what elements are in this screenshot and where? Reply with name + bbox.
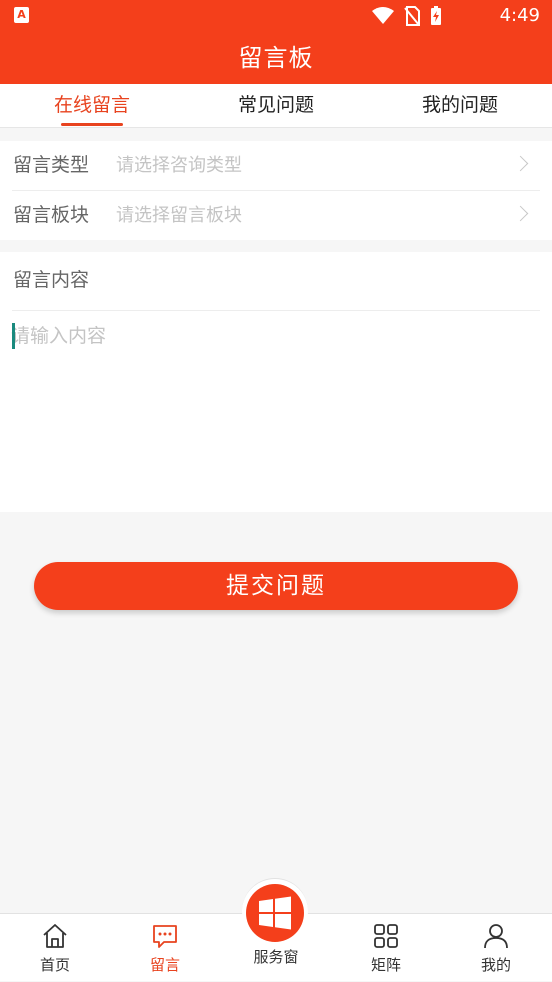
tab-online-message[interactable]: 在线留言 (0, 84, 184, 127)
message-board-placeholder: 请选择留言板块 (116, 205, 242, 226)
home-icon (43, 924, 67, 948)
chevron-right-icon (512, 205, 529, 222)
app-notification-icon: A (14, 7, 29, 23)
divider (12, 310, 540, 311)
no-sim-icon (404, 6, 420, 26)
message-content-card: 留言内容 (0, 252, 552, 512)
nav-label: 留言 (149, 956, 180, 974)
submit-question-button[interactable]: 提交问题 (34, 562, 518, 610)
battery-charging-icon (431, 6, 441, 25)
clock: 4:49 (499, 5, 540, 26)
windows-icon (259, 896, 291, 930)
message-content-input[interactable] (11, 320, 539, 500)
wifi-icon (372, 7, 394, 24)
grid-icon (374, 924, 398, 948)
tab-bar: 在线留言 常见问题 我的问题 (0, 84, 552, 128)
nav-item-service-window[interactable] (246, 884, 304, 942)
message-type-select[interactable]: 留言类型 请选择咨询类型 (0, 141, 552, 190)
page-title: 留言板 (0, 32, 552, 84)
nav-label: 矩阵 (370, 956, 401, 974)
nav-item-mine[interactable]: 我的 (441, 914, 551, 982)
user-icon (484, 924, 508, 949)
message-icon (153, 925, 177, 948)
status-bar: A 4:49 (0, 0, 552, 32)
tab-my-questions[interactable]: 我的问题 (368, 84, 552, 127)
message-type-placeholder: 请选择咨询类型 (116, 155, 242, 176)
status-icons (372, 6, 442, 26)
message-type-label: 留言类型 (13, 154, 90, 176)
nav-item-message[interactable]: 留言 (110, 914, 220, 982)
service-window-label: 服务窗 (253, 948, 299, 966)
message-board-select[interactable]: 留言板块 请选择留言板块 (0, 191, 552, 240)
nav-label: 首页 (39, 956, 70, 974)
tab-faq[interactable]: 常见问题 (184, 84, 368, 127)
message-options-card: 留言类型 请选择咨询类型 留言板块 请选择留言板块 (0, 141, 552, 240)
nav-label: 我的 (480, 956, 511, 974)
text-cursor (12, 323, 15, 349)
nav-item-home[interactable]: 首页 (0, 914, 110, 982)
message-content-label: 留言内容 (13, 269, 90, 291)
chevron-right-icon (512, 155, 529, 172)
nav-item-matrix[interactable]: 矩阵 (331, 914, 441, 982)
message-board-label: 留言板块 (13, 204, 90, 226)
